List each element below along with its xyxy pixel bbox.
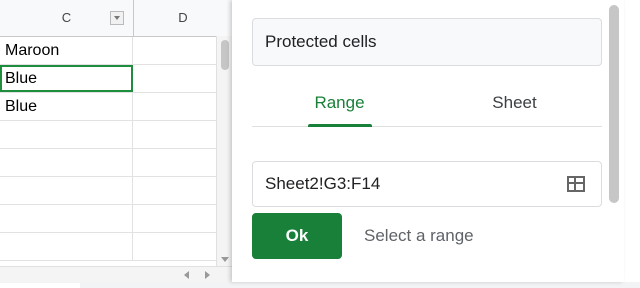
table-row: Blue — [0, 93, 232, 121]
scroll-left-arrow-icon[interactable] — [184, 271, 189, 279]
cell-c4[interactable] — [0, 121, 133, 148]
table-row: Blue — [0, 65, 232, 93]
vertical-scroll-thumb[interactable] — [221, 40, 229, 70]
cell-c2-selected[interactable]: Blue — [0, 65, 133, 92]
ok-button[interactable]: Ok — [252, 213, 342, 259]
range-input[interactable]: Sheet2!G3:F14 — [252, 161, 602, 207]
tab-range[interactable]: Range — [252, 80, 427, 126]
table-row — [0, 233, 232, 261]
table-row: Maroon — [0, 37, 232, 65]
spreadsheet-grid: C D Maroon Blue Blue — [0, 0, 232, 288]
cell-c3[interactable]: Blue — [0, 93, 133, 120]
column-header-row: C D — [0, 0, 232, 37]
scroll-right-arrow-icon[interactable] — [205, 271, 210, 279]
select-range-hint: Select a range — [364, 226, 474, 245]
cell-c5[interactable] — [0, 149, 133, 176]
cell-c6[interactable] — [0, 177, 133, 204]
select-range-grid-icon[interactable] — [567, 176, 585, 192]
panel-scrollbar[interactable] — [609, 5, 619, 203]
range-sheet-tabs: Range Sheet — [252, 80, 602, 127]
description-input[interactable]: Protected cells — [252, 18, 602, 66]
range-value: Sheet2!G3:F14 — [265, 174, 381, 193]
protected-range-panel: Protected cells Range Sheet Sheet2!G3:F1… — [232, 0, 624, 282]
cell-c8[interactable] — [0, 233, 133, 260]
active-tab-indicator — [308, 124, 372, 127]
table-row — [0, 205, 232, 233]
tab-sheet[interactable]: Sheet — [427, 80, 602, 126]
table-row — [0, 121, 232, 149]
bottom-toolbar-strip — [80, 282, 640, 288]
vertical-scrollbar[interactable] — [216, 36, 232, 266]
table-row — [0, 177, 232, 205]
filter-dropdown-icon[interactable] — [110, 11, 124, 25]
horizontal-scrollbar[interactable] — [0, 266, 232, 283]
cell-c1[interactable]: Maroon — [0, 37, 133, 64]
cell-c7[interactable] — [0, 205, 133, 232]
table-row — [0, 149, 232, 177]
scroll-down-arrow-icon[interactable] — [221, 257, 229, 262]
column-header-d[interactable]: D — [134, 0, 232, 36]
